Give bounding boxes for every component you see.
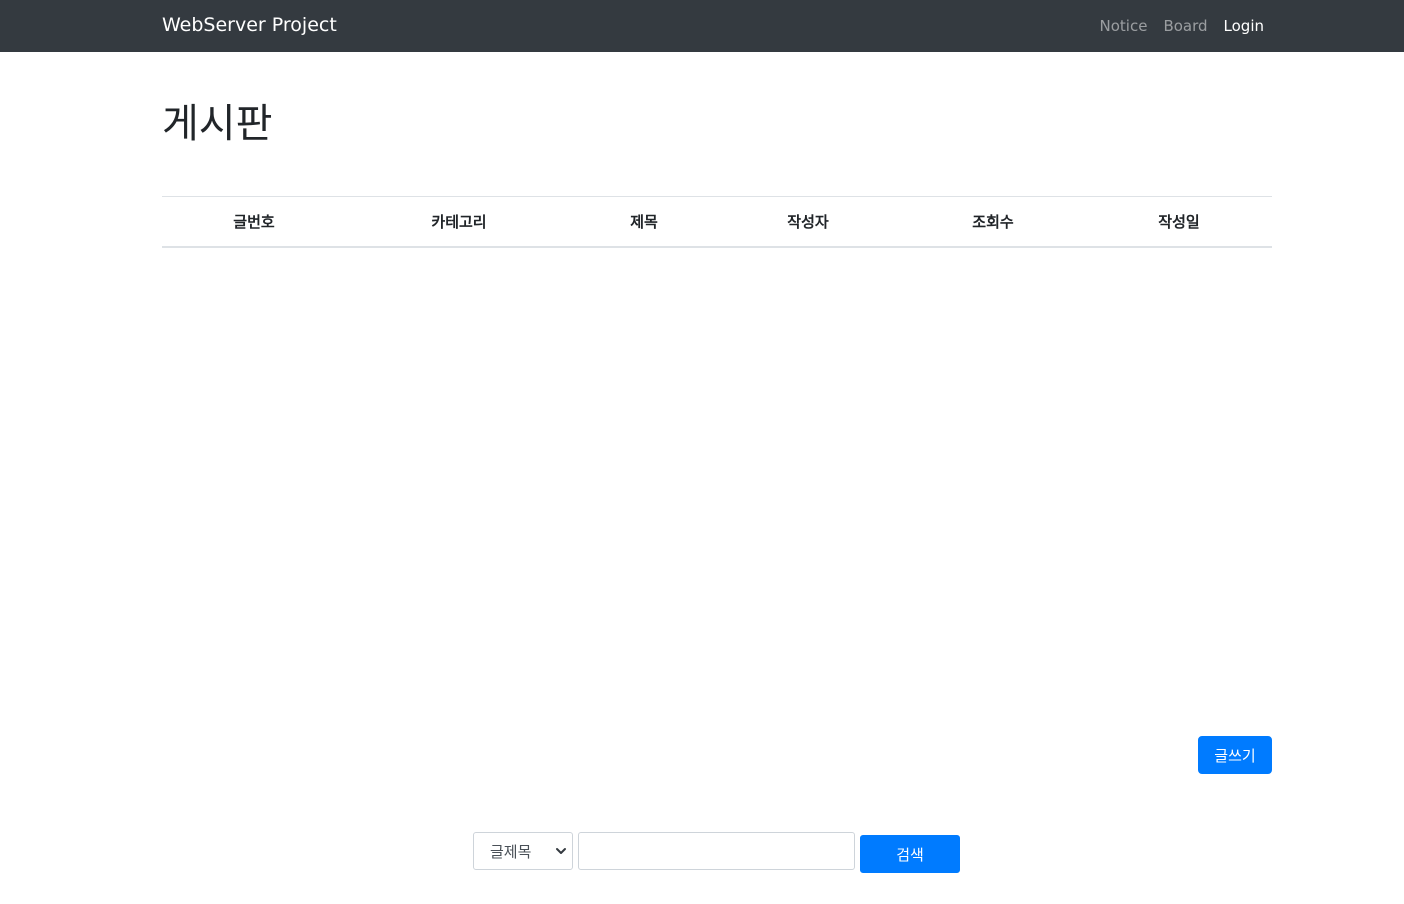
top-navbar: WebServer Project Notice Board Login	[0, 0, 1404, 52]
search-type-selected: 글제목	[490, 842, 532, 861]
table-header-row: 글번호 카테고리 제목 작성자 조회수 작성일	[162, 196, 1272, 248]
chevron-down-icon	[556, 848, 566, 854]
nav-links: Notice Board Login	[1100, 0, 1265, 52]
column-header-post-number: 글번호	[162, 196, 346, 248]
brand-link[interactable]: WebServer Project	[162, 0, 337, 52]
nav-link-board[interactable]: Board	[1163, 17, 1207, 35]
search-type-select[interactable]: 글제목	[473, 832, 573, 870]
board-table-header: 글번호 카테고리 제목 작성자 조회수 작성일	[162, 196, 1272, 248]
column-header-date: 작성일	[1086, 196, 1272, 248]
nav-link-login[interactable]: Login	[1224, 17, 1264, 35]
column-header-category: 카테고리	[346, 196, 572, 248]
page-title: 게시판	[162, 101, 273, 147]
column-header-title: 제목	[572, 196, 716, 248]
nav-link-notice[interactable]: Notice	[1100, 17, 1148, 35]
search-input[interactable]	[578, 832, 855, 870]
column-header-author: 작성자	[716, 196, 900, 248]
search-button[interactable]: 검색	[860, 835, 960, 873]
write-post-button[interactable]: 글쓰기	[1198, 736, 1272, 774]
column-header-views: 조회수	[900, 196, 1086, 248]
board-table: 글번호 카테고리 제목 작성자 조회수 작성일	[162, 196, 1272, 248]
